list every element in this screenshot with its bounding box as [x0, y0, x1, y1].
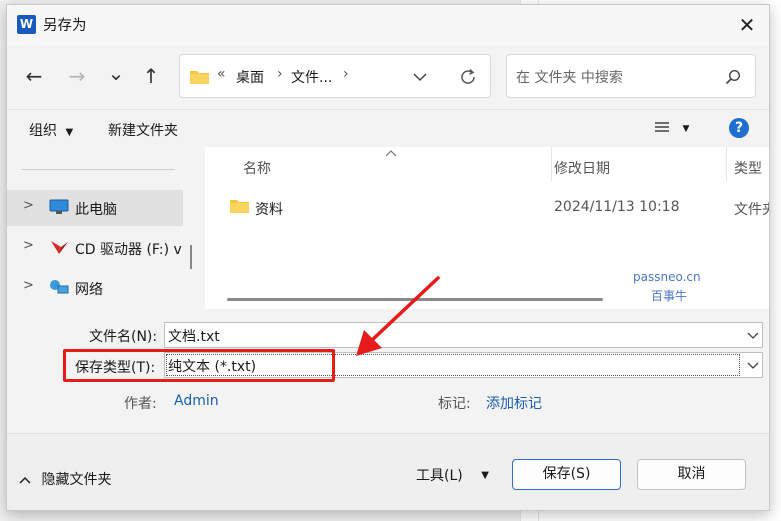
annotation-arrow [356, 276, 440, 356]
